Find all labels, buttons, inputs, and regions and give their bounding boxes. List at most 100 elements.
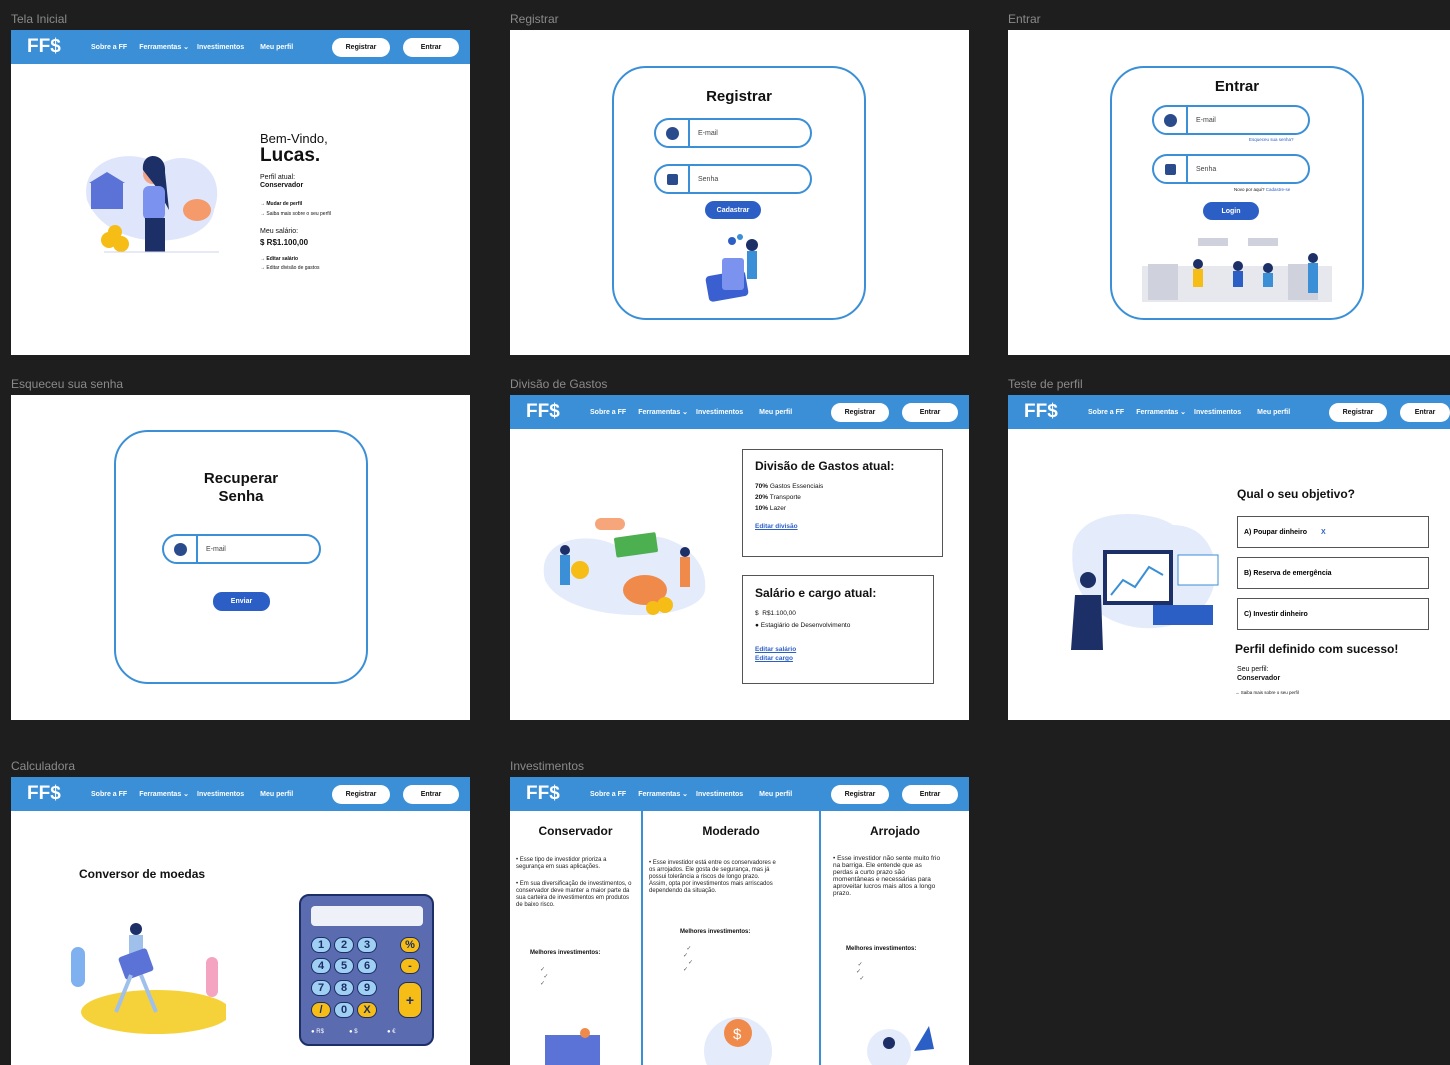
key-6[interactable]: 6 [357, 958, 377, 974]
nav-investments[interactable]: Investimentos [696, 409, 743, 416]
key-multiply[interactable]: X [357, 1002, 377, 1018]
key-0[interactable]: 0 [334, 1002, 354, 1018]
nav-tools-label: Ferramentas [139, 44, 182, 51]
login-submit-button[interactable]: Login [1203, 202, 1259, 220]
chevron-down-icon: ⌄ [682, 791, 689, 798]
register-button[interactable]: Registrar [332, 38, 390, 57]
nav-profile[interactable]: Meu perfil [260, 791, 293, 798]
frame-label-login[interactable]: Entrar [1008, 12, 1041, 26]
option-a[interactable]: A) Poupar dinheiro X [1237, 516, 1429, 548]
email-field[interactable]: E-mail [654, 118, 812, 148]
password-field[interactable]: Senha [1152, 154, 1310, 184]
edit-role-link[interactable]: Editar cargo [755, 655, 793, 662]
currency-usd[interactable]: ● $ [349, 1029, 358, 1035]
nav-tools[interactable]: Ferramentas ⌄ [139, 790, 189, 798]
frame-label-investments[interactable]: Investimentos [510, 759, 584, 773]
key-divide[interactable]: / [311, 1002, 331, 1018]
learn-profile-link[interactable]: → Saiba mais sobre o seu perfil [260, 211, 331, 217]
logo[interactable]: FF$ [526, 783, 578, 805]
login-button[interactable]: Entrar [403, 785, 459, 804]
currency-eur[interactable]: ● € [387, 1029, 396, 1035]
nav-profile[interactable]: Meu perfil [759, 409, 792, 416]
email-placeholder: E-mail [1196, 116, 1216, 124]
nav-profile[interactable]: Meu perfil [1257, 409, 1290, 416]
register-button[interactable]: Registrar [831, 785, 889, 804]
nav-investments[interactable]: Investimentos [197, 791, 244, 798]
key-1[interactable]: 1 [311, 937, 331, 953]
expense-division-title: Divisão de Gastos atual: [755, 459, 895, 473]
column-arrojado: Arrojado • Esse investidor não sente mui… [821, 811, 969, 1065]
moderado-best-title: Melhores investimentos: [680, 929, 751, 935]
key-2[interactable]: 2 [334, 937, 354, 953]
logo[interactable]: FF$ [27, 36, 79, 58]
frame-label-profile-test[interactable]: Teste de perfil [1008, 377, 1083, 391]
frame-label-forgot[interactable]: Esqueceu sua senha [11, 377, 123, 391]
expense-line-3: 10% Lazer [755, 505, 786, 512]
login-button[interactable]: Entrar [1400, 403, 1450, 422]
conservador-bullet-2-text: Em sua diversificação de investimentos, … [516, 881, 632, 908]
nav-about[interactable]: Sobre a FF [91, 44, 127, 51]
key-7[interactable]: 7 [311, 980, 331, 996]
nav-tools[interactable]: Ferramentas ⌄ [139, 43, 189, 51]
nav-profile[interactable]: Meu perfil [260, 44, 293, 51]
key-percent[interactable]: % [400, 937, 420, 953]
frame-label-expenses[interactable]: Divisão de Gastos [510, 377, 607, 391]
logo[interactable]: FF$ [27, 783, 79, 805]
signup-link[interactable]: Cadastre-se [1266, 187, 1291, 192]
chevron-down-icon: ⌄ [183, 791, 190, 798]
nav-tools-label: Ferramentas [139, 791, 182, 798]
send-button[interactable]: Enviar [213, 592, 270, 611]
register-button[interactable]: Registrar [1329, 403, 1387, 422]
frame-calculator: FF$ Sobre a FF Ferramentas ⌄ Investiment… [11, 777, 470, 1065]
edit-salary-link[interactable]: Editar salário [755, 646, 796, 653]
calculator-display[interactable] [311, 906, 423, 926]
nav-about[interactable]: Sobre a FF [590, 409, 626, 416]
login-button[interactable]: Entrar [902, 403, 958, 422]
register-button[interactable]: Registrar [332, 785, 390, 804]
nav-investments[interactable]: Investimentos [696, 791, 743, 798]
nav-investments[interactable]: Investimentos [1194, 409, 1241, 416]
key-9[interactable]: 9 [357, 980, 377, 996]
login-button[interactable]: Entrar [902, 785, 958, 804]
key-8[interactable]: 8 [334, 980, 354, 996]
password-field[interactable]: Senha [654, 164, 812, 194]
nav-about[interactable]: Sobre a FF [1088, 409, 1124, 416]
forgot-password-link[interactable]: Esqueceu sua senha? [1249, 137, 1294, 142]
recover-title-2: Senha [218, 488, 264, 505]
navbar: FF$ Sobre a FF Ferramentas ⌄ Investiment… [11, 777, 470, 811]
option-b[interactable]: B) Reserva de emergência [1237, 557, 1429, 589]
change-profile-link[interactable]: → Mudar de perfil [260, 201, 302, 207]
frame-label-calculator[interactable]: Calculadora [11, 759, 75, 773]
learn-profile-link[interactable]: → Saiba mais sobre o seu perfil [1235, 690, 1299, 695]
edit-division-link[interactable]: Editar divisão [755, 523, 798, 530]
nav-tools[interactable]: Ferramentas ⌄ [638, 790, 688, 798]
register-button[interactable]: Registrar [831, 403, 889, 422]
logo[interactable]: FF$ [1024, 401, 1076, 423]
nav-tools[interactable]: Ferramentas ⌄ [1136, 408, 1186, 416]
option-c[interactable]: C) Investir dinheiro [1237, 598, 1429, 630]
key-4[interactable]: 4 [311, 958, 331, 974]
frame-label-register[interactable]: Registrar [510, 12, 559, 26]
key-3[interactable]: 3 [357, 937, 377, 953]
login-button[interactable]: Entrar [403, 38, 459, 57]
nav-profile[interactable]: Meu perfil [759, 791, 792, 798]
edit-salary-link[interactable]: → Editar salário [260, 256, 298, 262]
key-plus[interactable]: + [398, 982, 422, 1018]
signup-button[interactable]: Cadastrar [705, 201, 761, 219]
nav-about[interactable]: Sobre a FF [91, 791, 127, 798]
nav-about[interactable]: Sobre a FF [590, 791, 626, 798]
recover-card: Recuperar Senha E-mail Enviar [114, 430, 368, 684]
key-5[interactable]: 5 [334, 958, 354, 974]
frame-label-home[interactable]: Tela Inicial [11, 12, 67, 26]
edit-division-link[interactable]: → Editar divisão de gastos [260, 265, 319, 271]
logo[interactable]: FF$ [526, 401, 578, 423]
nav-investments[interactable]: Investimentos [197, 44, 244, 51]
currency-brl[interactable]: ● R$ [311, 1029, 324, 1035]
email-field[interactable]: E-mail [162, 534, 321, 564]
key-minus[interactable]: - [400, 958, 420, 974]
analytics-illustration [1071, 513, 1219, 650]
email-field[interactable]: E-mail [1152, 105, 1310, 135]
navbar: FF$ Sobre a FF Ferramentas ⌄ Investiment… [11, 30, 470, 64]
nav-tools[interactable]: Ferramentas ⌄ [638, 408, 688, 416]
check-icon: ✓ ✓ ✓ [540, 967, 549, 987]
